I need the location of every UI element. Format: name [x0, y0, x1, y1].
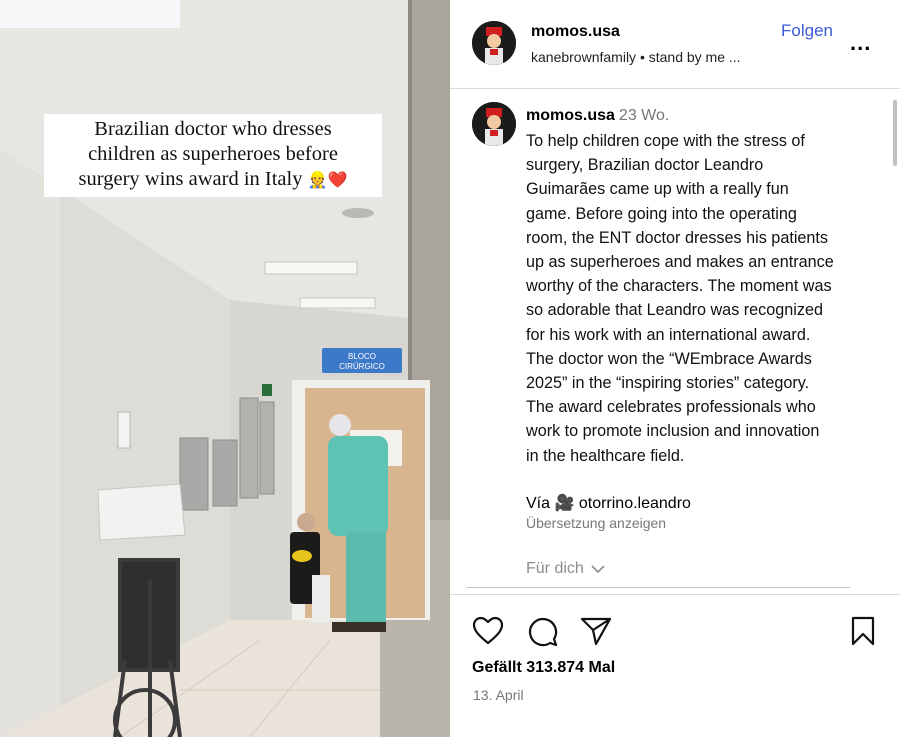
hospital-hallway-photo: BLOCO CIRÚRGICO — [0, 0, 450, 737]
header-username[interactable]: momos.usa — [531, 23, 620, 41]
post-media[interactable]: BLOCO CIRÚRGICO Brazilian doctor who dre… — [0, 0, 450, 737]
via-prefix: Vía — [526, 495, 551, 512]
translate-link[interactable]: Übersetzung anzeigen — [526, 515, 666, 531]
follow-button[interactable]: Folgen — [781, 21, 833, 41]
post-side-panel: momos.usa kanebrownfamily • stand by me … — [450, 0, 900, 737]
caption-line: game. Before going into the operating — [526, 204, 797, 223]
avatar[interactable] — [472, 21, 516, 65]
caption-header: momos.usa 23 Wo. — [526, 107, 669, 125]
scrollbar-thumb[interactable] — [893, 100, 897, 166]
sign-text-line2: CIRÚRGICO — [339, 362, 385, 371]
caption-line: Guimarães came up with a really fun — [526, 180, 789, 199]
likes-count[interactable]: Gefällt 313.874 Mal — [472, 659, 615, 677]
caption-line: 2025” in the “inspiring stories” categor… — [526, 374, 810, 393]
comment-icon — [529, 618, 558, 647]
caption-line: so adorable that Leandro was recognized — [526, 301, 823, 320]
caption-line: surgery, Brazilian doctor Leandro — [526, 156, 764, 175]
caption-line: for his work with an international award… — [526, 325, 811, 344]
cartoon-avatar-icon — [472, 21, 516, 65]
caption-time: 23 Wo. — [618, 107, 670, 124]
overlay-caption-line: Brazilian doctor who dresses — [94, 118, 332, 140]
bookmark-icon — [851, 616, 875, 646]
divider — [466, 587, 850, 588]
caption-line: The doctor won the “WEmbrace Awards — [526, 349, 812, 368]
share-icon — [580, 617, 612, 646]
caption-line: in the healthcare field. — [526, 446, 685, 465]
caption-avatar[interactable] — [472, 102, 516, 146]
chevron-down-icon — [591, 565, 605, 573]
caption-text: To help children cope with the stress of… — [526, 129, 886, 468]
worker-heart-emoji: 👷❤️ — [307, 172, 348, 189]
audio-track[interactable]: kanebrownfamily • stand by me ... — [531, 49, 741, 65]
more-options-icon[interactable]: ... — [850, 30, 871, 56]
post-header: momos.usa kanebrownfamily • stand by me … — [450, 0, 900, 89]
caption-line: room, the ENT doctor dresses his patient… — [526, 228, 829, 247]
via-account-link[interactable]: otorrino.leandro — [579, 495, 691, 512]
post-actions: Gefällt 313.874 Mal 13. April — [450, 594, 900, 738]
comment-button[interactable] — [527, 616, 559, 653]
cartoon-avatar-icon — [472, 102, 516, 146]
overlay-caption: Brazilian doctor who dresses children as… — [44, 114, 382, 197]
caption-line: up as superheroes and makes an entrance — [526, 253, 834, 272]
caption-line: work to promote inclusion and innovation — [526, 422, 820, 441]
save-button[interactable] — [850, 616, 876, 651]
caption-line: worthy of the characters. The moment was — [526, 277, 832, 296]
caption-scroll-area[interactable]: momos.usa 23 Wo. To help children cope wi… — [450, 89, 900, 589]
post-date: 13. April — [473, 687, 524, 703]
caption-username[interactable]: momos.usa — [526, 107, 615, 124]
camera-emoji-icon: 🎥 — [554, 495, 575, 512]
like-button[interactable] — [472, 616, 504, 651]
caption-line: The award celebrates professionals who — [526, 398, 816, 417]
overlay-caption-text: surgery wins award in Italy — [78, 168, 303, 190]
for-you-label[interactable]: Für dich — [526, 560, 605, 578]
for-you-text: Für dich — [526, 560, 584, 577]
overlay-caption-line: children as superheroes before — [88, 143, 338, 165]
via-credit: Vía 🎥 otorrino.leandro — [526, 493, 691, 513]
caption-line: To help children cope with the stress of — [526, 132, 805, 150]
overlay-caption-line: surgery wins award in Italy 👷❤️ — [44, 167, 382, 193]
heart-icon — [472, 616, 504, 645]
sign-text-line1: BLOCO — [348, 352, 376, 361]
share-button[interactable] — [580, 616, 612, 651]
